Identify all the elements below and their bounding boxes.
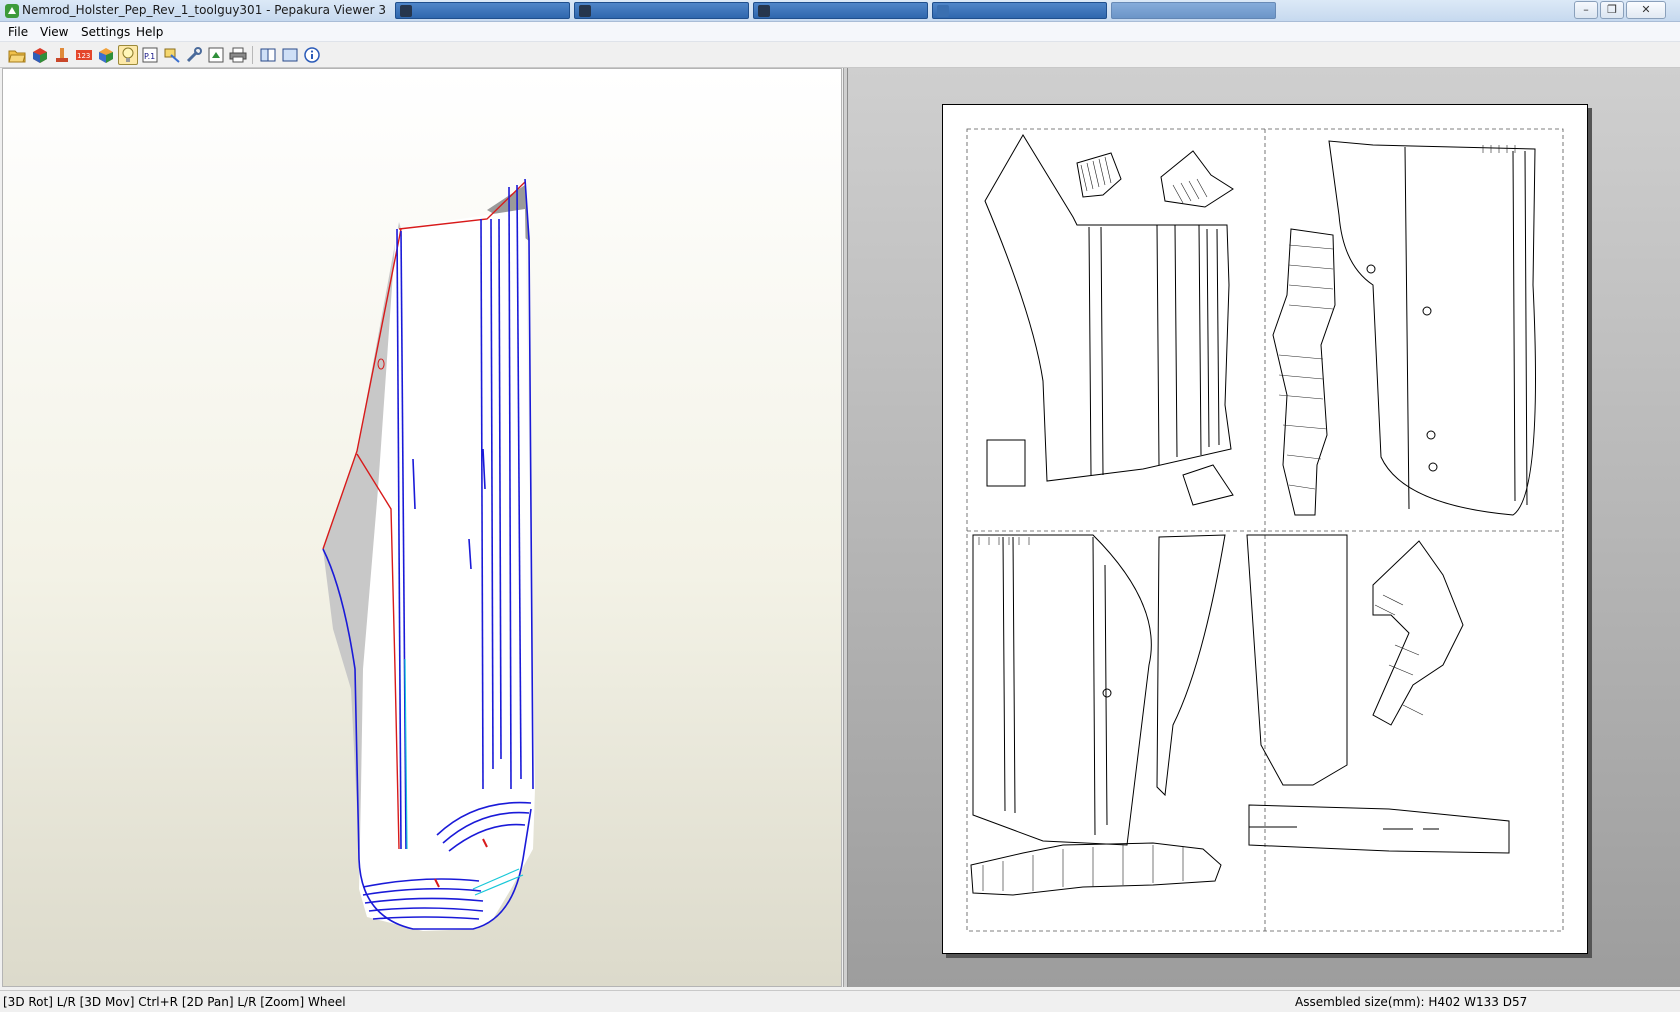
cube-color-button[interactable]	[96, 45, 116, 65]
window-title: Nemrod_Holster_Pep_Rev_1_toolguy301 - Pe…	[22, 3, 386, 17]
split-view-icon	[260, 48, 276, 62]
restore-icon: ❐	[1607, 3, 1617, 16]
page-number-button[interactable]: P.1	[140, 45, 160, 65]
export-icon	[208, 47, 224, 63]
cube-color-icon	[99, 48, 113, 63]
title-bar: Nemrod_Holster_Pep_Rev_1_toolguy301 - Pe…	[0, 0, 1680, 22]
export-button[interactable]	[206, 45, 226, 65]
3d-viewport[interactable]	[2, 68, 842, 987]
numbering-button[interactable]: 123	[74, 45, 94, 65]
minimize-button[interactable]: –	[1574, 1, 1598, 19]
menu-settings[interactable]: Settings	[81, 25, 130, 39]
taskbar-button[interactable]	[395, 2, 570, 19]
menu-view[interactable]: View	[40, 25, 68, 39]
edge-settings-button[interactable]	[162, 45, 182, 65]
taskbar-button[interactable]	[932, 2, 1107, 19]
flatten-icon	[56, 48, 68, 62]
light-button[interactable]	[118, 45, 138, 65]
tools-icon	[186, 47, 202, 63]
status-hint: [3D Rot] L/R [3D Mov] Ctrl+R [2D Pan] L/…	[3, 995, 346, 1009]
close-button[interactable]: ✕	[1626, 1, 1666, 19]
open-button[interactable]	[7, 45, 27, 65]
info-icon	[304, 47, 320, 63]
3d-model	[322, 178, 535, 931]
taskbar-button[interactable]	[574, 2, 749, 19]
toolbar: 123 P.1	[0, 42, 1680, 68]
assembled-size: Assembled size(mm): H402 W133 D57	[1295, 995, 1528, 1009]
print-icon	[229, 47, 247, 63]
2d-viewport[interactable]	[847, 68, 1680, 987]
menu-file[interactable]: File	[8, 25, 28, 39]
taskbar-button[interactable]	[753, 2, 928, 19]
status-bar: [3D Rot] L/R [3D Mov] Ctrl+R [2D Pan] L/…	[0, 990, 1680, 1012]
pattern-page	[942, 104, 1588, 954]
numbering-icon: 123	[76, 50, 92, 60]
edge-settings-icon	[164, 48, 180, 63]
3d-model-button[interactable]	[30, 45, 50, 65]
page-tile-borders	[966, 128, 1564, 932]
taskbar-button[interactable]	[1111, 2, 1276, 19]
split-view-button[interactable]	[258, 45, 278, 65]
light-bulb-icon	[122, 47, 134, 62]
unfolded-pattern	[966, 128, 1564, 932]
pattern-misc-lines	[1249, 826, 1439, 830]
close-icon: ✕	[1641, 3, 1651, 16]
minimize-icon: –	[1583, 3, 1589, 16]
fold-hatching	[978, 145, 1516, 891]
single-view-icon	[282, 48, 298, 62]
toolbar-separator	[252, 46, 253, 64]
info-button[interactable]	[302, 45, 322, 65]
pepakura-icon	[5, 4, 19, 18]
svg-text:P.1: P.1	[144, 52, 155, 61]
restore-button[interactable]: ❐	[1600, 1, 1624, 19]
svg-text:123: 123	[77, 52, 90, 60]
single-view-button[interactable]	[280, 45, 300, 65]
pattern-parts	[970, 134, 1536, 896]
open-folder-icon	[8, 50, 26, 63]
page-number-icon: P.1	[142, 47, 158, 63]
menu-bar: File View Settings Help	[0, 22, 1680, 42]
3d-model-icon	[33, 48, 47, 63]
print-button[interactable]	[228, 45, 248, 65]
flatten-button[interactable]	[52, 45, 72, 65]
menu-help[interactable]: Help	[136, 25, 163, 39]
tools-button[interactable]	[184, 45, 204, 65]
